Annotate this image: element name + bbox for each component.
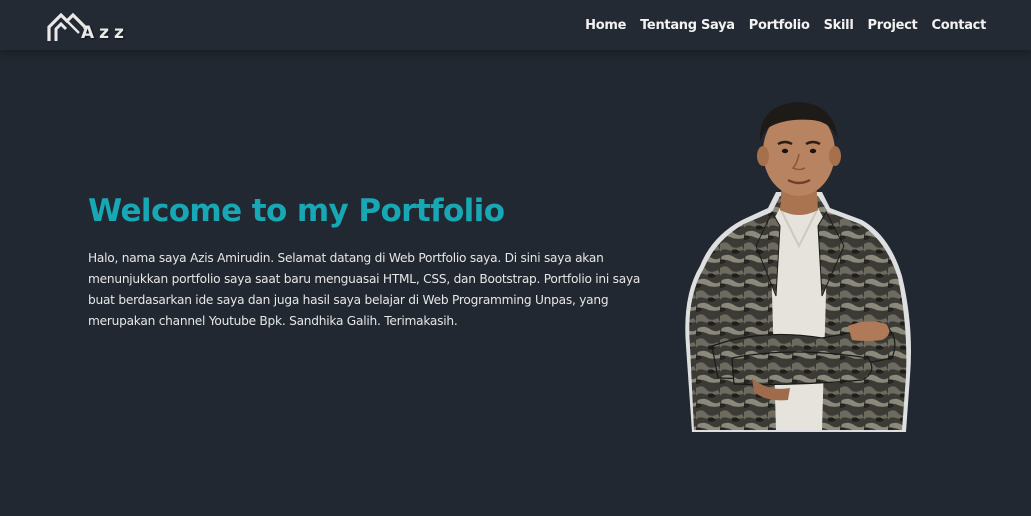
nav-link-project[interactable]: Project — [867, 17, 917, 34]
nav-link-contact[interactable]: Contact — [931, 17, 986, 34]
nav-link-skill[interactable]: Skill — [824, 17, 854, 34]
profile-photo — [672, 96, 922, 436]
main-nav: Home Tentang Saya Portfolio Skill Projec… — [585, 17, 986, 34]
nav-link-portfolio[interactable]: Portfolio — [749, 17, 810, 34]
hero-title: Welcome to my Portfolio — [88, 193, 505, 229]
brand-logo-link[interactable]: Azz — [47, 9, 124, 43]
navbar: Azz Home Tentang Saya Portfolio Skill Pr… — [0, 0, 1031, 50]
brand-text: Azz — [81, 23, 129, 43]
hero-description: Halo, nama saya Azis Amirudin. Selamat d… — [88, 251, 641, 328]
profile-photo-illustration — [685, 102, 911, 432]
nav-link-home[interactable]: Home — [585, 17, 626, 34]
nav-link-tentang-saya[interactable]: Tentang Saya — [640, 17, 735, 34]
